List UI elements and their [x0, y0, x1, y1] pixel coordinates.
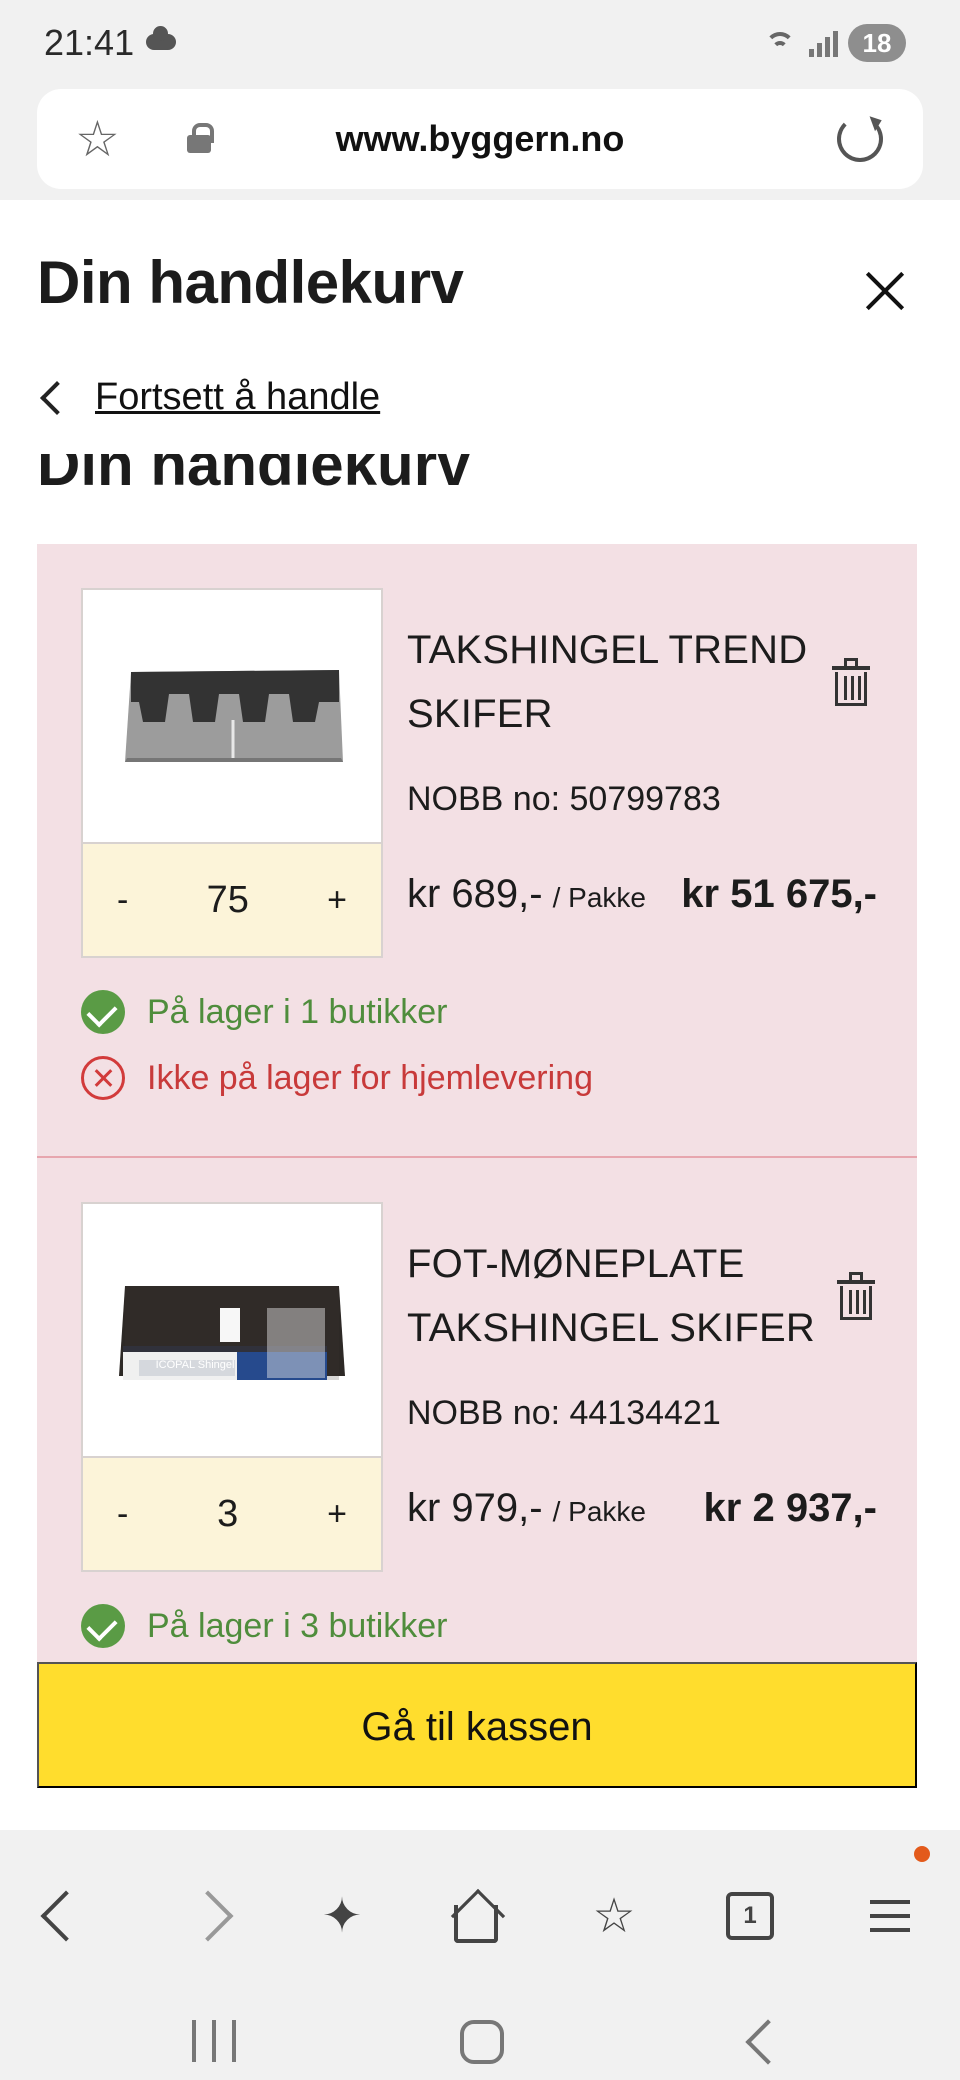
- system-home-icon[interactable]: [460, 2020, 504, 2064]
- home-icon[interactable]: [446, 1886, 506, 1946]
- scrolled-heading: Din handlekurv: [37, 454, 837, 494]
- close-icon[interactable]: [860, 266, 910, 316]
- status-time: 21:41: [44, 22, 135, 63]
- product-name[interactable]: FOT-MØNEPLATE TAKSHINGEL SKIFER: [407, 1232, 837, 1360]
- price-unit: / Pakke: [552, 1496, 646, 1527]
- cart-page: Din handlekurv Fortsett å handle Din han…: [0, 200, 960, 1830]
- forward-icon[interactable]: [178, 1886, 238, 1946]
- url-text[interactable]: www.byggern.no: [37, 89, 923, 189]
- price-unit: / Pakke: [552, 882, 646, 913]
- continue-shopping-label: Fortsett å handle: [95, 376, 381, 418]
- trash-icon[interactable]: [837, 1272, 875, 1320]
- stock-status-text: Ikke på lager for hjemlevering: [147, 1058, 594, 1097]
- sparkle-icon[interactable]: ✦: [312, 1886, 372, 1946]
- check-circle-icon: [81, 990, 125, 1034]
- quantity-value[interactable]: 75: [207, 879, 249, 922]
- continue-shopping-link[interactable]: Fortsett å handle: [37, 376, 380, 419]
- price-row: kr 689,- / Pakke kr 51 675,-: [407, 872, 917, 917]
- decrease-button[interactable]: -: [117, 881, 128, 920]
- unit-price: kr 979,-: [407, 1486, 543, 1530]
- menu-icon[interactable]: [860, 1886, 920, 1946]
- tabs-icon[interactable]: 1: [720, 1886, 780, 1946]
- chevron-left-icon: [40, 380, 74, 415]
- stock-status-ok: På lager i 3 butikker: [81, 1604, 448, 1648]
- tab-count: 1: [743, 1902, 757, 1929]
- price-row: kr 979,- / Pakke kr 2 937,-: [407, 1486, 917, 1531]
- signal-icon: [809, 29, 838, 57]
- quantity-stepper[interactable]: - 3 +: [81, 1458, 383, 1572]
- cart-items: - 75 + TAKSHINGEL TREND SKIFER NOBB no: …: [37, 544, 917, 1664]
- address-bar[interactable]: ☆ www.byggern.no: [37, 89, 923, 189]
- quantity-stepper[interactable]: - 75 +: [81, 844, 383, 958]
- nobb-number: NOBB no: 50799783: [407, 780, 721, 818]
- notification-dot: [914, 1846, 930, 1862]
- scrolled-heading-text: Din handlekurv: [37, 454, 471, 494]
- cart-item: - 75 + TAKSHINGEL TREND SKIFER NOBB no: …: [37, 544, 917, 1156]
- unit-price: kr 689,-: [407, 872, 543, 916]
- recent-apps-icon[interactable]: [192, 2020, 236, 2064]
- ridge-plate-label: ICOPAL Shingel: [156, 1359, 235, 1371]
- status-bar: 21:41 18: [0, 0, 960, 88]
- stock-status-ok: På lager i 1 butikker: [81, 990, 448, 1034]
- product-image[interactable]: ICOPAL Shingel: [81, 1202, 383, 1458]
- cloud-icon: [146, 26, 176, 50]
- stock-status-text: På lager i 3 butikker: [147, 1606, 448, 1645]
- check-circle-icon: [81, 1604, 125, 1648]
- quantity-value[interactable]: 3: [217, 1493, 238, 1536]
- line-total: kr 51 675,-: [681, 872, 877, 916]
- increase-button[interactable]: +: [327, 881, 347, 920]
- cart-item: ICOPAL Shingel - 3 + FOT-MØNEPLATE TAKSH…: [37, 1156, 917, 1676]
- trash-icon[interactable]: [832, 658, 870, 706]
- product-image[interactable]: [81, 588, 383, 844]
- wifi-icon: [763, 28, 799, 58]
- status-icons: 18: [763, 24, 906, 62]
- system-back-icon[interactable]: [742, 2020, 786, 2064]
- roof-shingle-image: [125, 670, 343, 762]
- stock-status-unavailable: Ikke på lager for hjemlevering: [81, 1056, 593, 1100]
- browser-bottom-bar: ✦ ☆ 1: [0, 1830, 960, 2080]
- checkout-button[interactable]: Gå til kassen: [37, 1662, 917, 1788]
- line-total: kr 2 937,-: [703, 1486, 877, 1530]
- battery-icon: 18: [848, 24, 906, 62]
- nobb-number: NOBB no: 44134421: [407, 1394, 721, 1432]
- bookmarks-icon[interactable]: ☆: [584, 1886, 644, 1946]
- stock-status-text: På lager i 1 butikker: [147, 992, 448, 1031]
- ridge-plate-image: ICOPAL Shingel: [119, 1286, 345, 1380]
- product-name[interactable]: TAKSHINGEL TREND SKIFER: [407, 618, 827, 746]
- decrease-button[interactable]: -: [117, 1495, 128, 1534]
- page-title: Din handlekurv: [37, 249, 464, 316]
- increase-button[interactable]: +: [327, 1495, 347, 1534]
- reload-icon[interactable]: [837, 116, 883, 162]
- x-circle-icon: [81, 1056, 125, 1100]
- back-icon[interactable]: [36, 1886, 96, 1946]
